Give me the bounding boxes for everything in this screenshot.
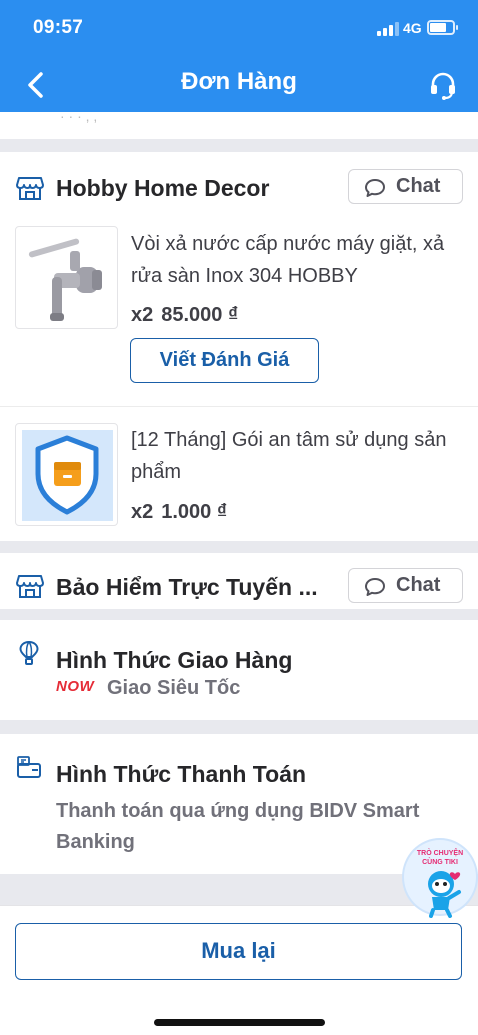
delivery-method: Giao Siêu Tốc [107,677,241,699]
now-badge: NOW [56,678,95,695]
shop-card: Bảo Hiểm Trực Tuyến ... Chat [0,553,478,609]
clipped-text: · · · , , [60,108,98,124]
store-icon [16,177,44,200]
faucet-image [28,238,102,321]
product-quantity: x2 [131,501,154,523]
rebuy-button[interactable]: Mua lại [15,923,462,980]
shop-name[interactable]: Hobby Home Decor [56,175,269,202]
product-qty-price: x2 1.000 ₫ [131,501,227,524]
network-type: 4G [403,20,422,36]
nav-bar: Đơn Hàng [0,56,478,112]
divider [0,406,478,407]
status-time: 09:57 [33,17,84,38]
shop-card: Hobby Home Decor Chat Vòi xả nước cấp nư… [0,152,478,541]
tiki-mascot-icon [428,871,461,918]
product-qty-price: x2 85.000 ₫ [131,304,238,327]
shield-box-image [22,430,113,521]
status-bar: 09:57 4G [0,0,478,56]
support-button[interactable] [426,68,460,102]
payment-card-icon [17,756,41,778]
product-name[interactable]: Vòi xả nước cấp nước máy giặt, xả rửa sà… [131,228,466,292]
shop-name[interactable]: Bảo Hiểm Trực Tuyến ... [56,574,318,601]
page-title: Đơn Hàng [181,68,297,95]
chat-bubble-icon [365,578,385,596]
bottom-bar: Mua lại [0,905,478,1035]
product-quantity: x2 [131,304,154,326]
chat-label: Chat [396,574,441,596]
chat-button[interactable]: Chat [348,169,463,204]
chat-label: Chat [396,175,441,197]
previous-section: · · · , , [0,108,478,139]
section-title: Hình Thức Thanh Toán [56,761,307,787]
product-price: 1.000 ₫ [161,501,228,523]
product-image[interactable] [15,226,118,329]
headset-icon [431,72,455,100]
chatbot-button[interactable]: TRÒ CHUYỆN CÙNG TIKI [402,838,478,918]
product-name[interactable]: [12 Tháng] Gói an tâm sử dụng sản phẩm [131,424,466,488]
chat-button[interactable]: Chat [348,568,463,603]
hot-air-balloon-icon [19,641,39,665]
delivery-section: Hình Thức Giao Hàng [0,620,478,720]
store-icon [16,575,44,598]
product-image[interactable] [15,423,118,526]
battery-icon [427,20,458,35]
section-title: Hình Thức Giao Hàng [56,647,293,673]
product-price: 85.000 ₫ [161,304,239,326]
home-indicator [154,1019,325,1026]
write-review-button[interactable]: Viết Đánh Giá [130,338,319,383]
chat-bubble-icon [365,179,385,197]
signal-icon [377,22,399,36]
